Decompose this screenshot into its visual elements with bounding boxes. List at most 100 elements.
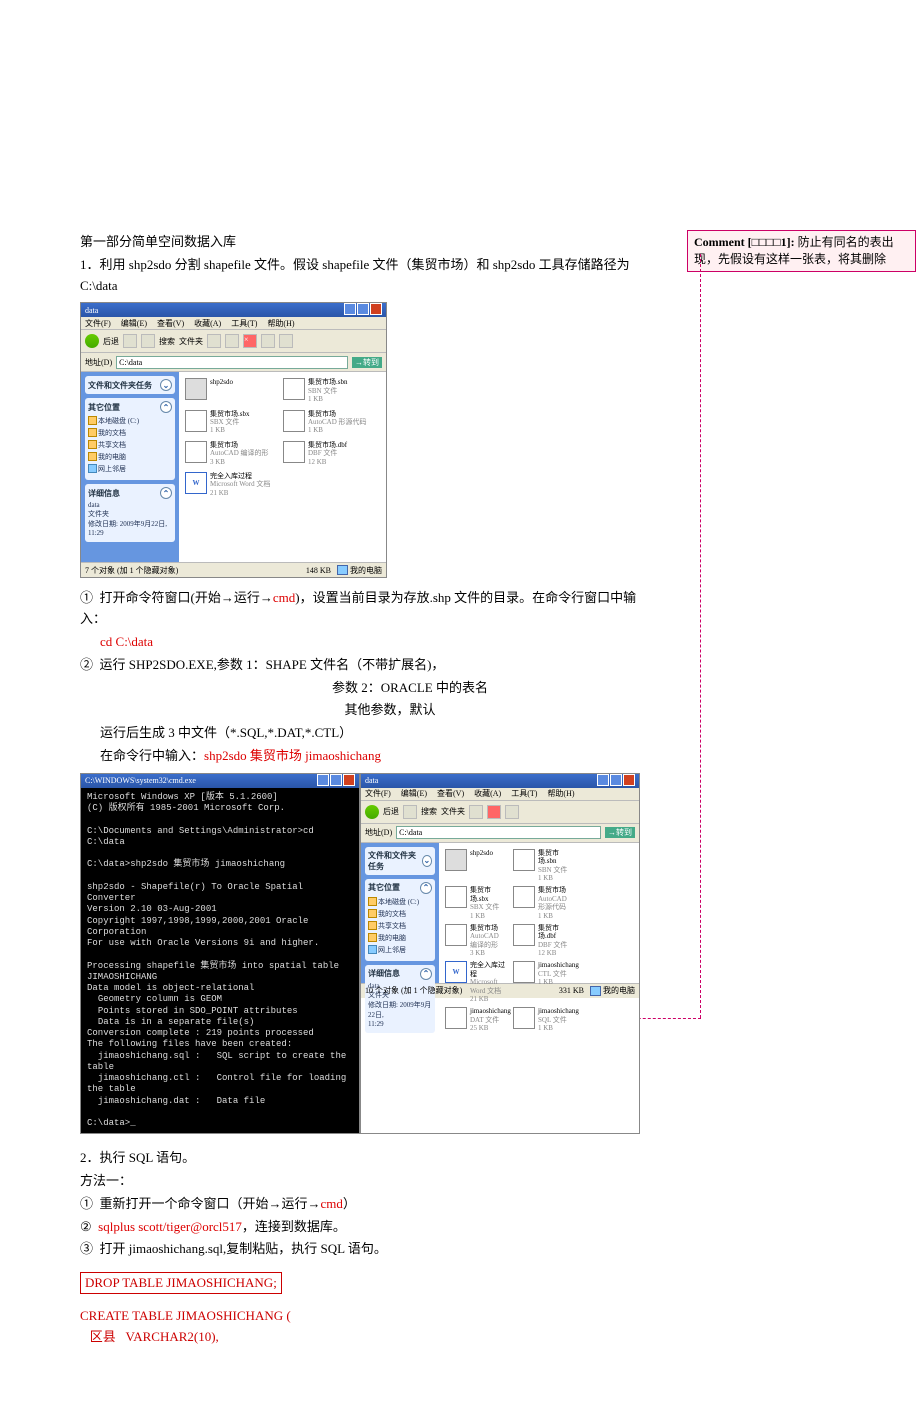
menu-edit[interactable]: 编辑(E) (121, 318, 147, 329)
tool-btn[interactable] (505, 805, 519, 819)
sql-create-block: CREATE TABLE JIMAOSHICHANG ( 区县 VARCHAR2… (80, 1306, 640, 1348)
file-icon (445, 924, 467, 946)
file-item[interactable]: 集贸市场AutoCAD 编译的形 3 KB (185, 441, 271, 466)
chevron-icon[interactable]: ⌄ (422, 855, 432, 867)
search-label[interactable]: 搜索 (421, 806, 437, 817)
file-item[interactable]: 集贸市场AutoCAD 编译的形 3 KB (445, 924, 505, 958)
menu-view[interactable]: 查看(V) (157, 318, 184, 329)
folders-label[interactable]: 文件夹 (441, 806, 465, 817)
address-input[interactable]: C:\data (116, 356, 348, 369)
cmd-text: cmd (273, 590, 295, 605)
tool-delete-icon[interactable] (487, 805, 501, 819)
menu-view[interactable]: 查看(V) (437, 788, 464, 799)
up-button[interactable] (141, 334, 155, 348)
file-item[interactable]: 集贸市场.sbxSBX 文件 1 KB (185, 410, 271, 435)
tool-copy[interactable] (207, 334, 221, 348)
go-button[interactable]: → 转到 (605, 827, 635, 838)
list-marker: ③ (80, 1241, 93, 1256)
tool-delete-icon[interactable]: × (243, 334, 257, 348)
maximize-icon[interactable] (330, 774, 342, 786)
tool-btn[interactable] (469, 805, 483, 819)
go-button[interactable]: → 转到 (352, 357, 382, 368)
search-label[interactable]: 搜索 (159, 336, 175, 347)
chevron-icon[interactable]: ⌃ (420, 882, 432, 894)
step-2: 2．执行 SQL 语句。 (80, 1148, 640, 1169)
file-info: 集贸市场.sbxSBX 文件 1 KB (210, 410, 249, 435)
menu-help[interactable]: 帮助(H) (267, 318, 294, 329)
file-item[interactable]: jimaoshichangSQL 文件 1 KB (513, 1007, 573, 1032)
file-icon (283, 410, 305, 432)
addressbar: 地址(D) C:\data → 转到 (361, 824, 639, 843)
address-input[interactable]: C:\data (396, 826, 601, 839)
file-item[interactable]: shp2sdo (185, 378, 271, 403)
file-item[interactable]: shp2sdo (445, 849, 505, 883)
up-button[interactable] (403, 805, 417, 819)
file-item[interactable]: 集贸市场.sbnSBN 文件 1 KB (513, 849, 573, 883)
step-2-1: ① 重新打开一个命令窗口（开始→运行→cmd） (80, 1194, 640, 1215)
file-info: 完全入库过程Microsoft Word 文档 21 KB (210, 472, 270, 497)
step-1-2: ② 运行 SHP2SDO.EXE,参数 1：SHAPE 文件名（不带扩展名)， (80, 655, 640, 676)
minimize-icon[interactable] (317, 774, 329, 786)
file-item[interactable]: W完全入库过程Microsoft Word 文档 21 KB (445, 961, 505, 1003)
file-icon (445, 849, 467, 871)
sidebar-item-docs[interactable]: 我的文档 (88, 427, 172, 439)
status-size: 148 KB (306, 566, 331, 575)
menu-file[interactable]: 文件(F) (85, 318, 111, 329)
sidebar-item-shared[interactable]: 共享文档 (88, 439, 172, 451)
tool-undo[interactable] (261, 334, 275, 348)
file-item[interactable]: jimaoshichangDAT 文件 25 KB (445, 1007, 505, 1032)
minimize-icon[interactable] (597, 774, 609, 786)
menu-file[interactable]: 文件(F) (365, 788, 391, 799)
sidebar-item[interactable]: 我的电脑 (368, 932, 432, 944)
sidebar-item[interactable]: 我的文档 (368, 908, 432, 920)
file-info: 完全入库过程Microsoft Word 文档 21 KB (470, 961, 505, 1003)
chevron-icon[interactable]: ⌃ (160, 401, 172, 413)
close-icon[interactable] (623, 774, 635, 786)
file-icon (283, 441, 305, 463)
maximize-icon[interactable] (610, 774, 622, 786)
folders-label[interactable]: 文件夹 (179, 336, 203, 347)
menu-tools[interactable]: 工具(T) (231, 318, 257, 329)
menu-tools[interactable]: 工具(T) (511, 788, 537, 799)
menu-fav[interactable]: 收藏(A) (474, 788, 501, 799)
file-area[interactable]: shp2sdo集贸市场.sbnSBN 文件 1 KB集贸市场.sbxSBX 文件… (439, 843, 639, 983)
chevron-icon[interactable]: ⌄ (160, 379, 172, 391)
sidebar-item[interactable]: 共享文档 (368, 920, 432, 932)
sidebar-item[interactable]: 网上邻居 (368, 944, 432, 956)
maximize-icon[interactable] (357, 303, 369, 315)
titlebar: data (81, 303, 386, 317)
minimize-icon[interactable] (344, 303, 356, 315)
forward-button[interactable] (123, 334, 137, 348)
step-2-2: ② sqlplus scott/tiger@orcl517，连接到数据库。 (80, 1217, 640, 1238)
file-item[interactable]: 集贸市场.sbxSBX 文件 1 KB (445, 886, 505, 920)
sidebar-detail-label: 详细信息 (88, 488, 120, 499)
file-item[interactable]: 集贸市场AutoCAD 形源代码 1 KB (283, 410, 369, 435)
sidebar-item[interactable]: 本地磁盘 (C:) (368, 896, 432, 908)
titlebar: data (361, 774, 639, 788)
back-button-icon[interactable] (365, 805, 379, 819)
back-button-icon[interactable] (85, 334, 99, 348)
file-area[interactable]: shp2sdo 集贸市场.sbnSBN 文件 1 KB 集贸市场.sbxSBX 文件… (179, 372, 386, 562)
menu-help[interactable]: 帮助(H) (547, 788, 574, 799)
sidebar-item-disk[interactable]: 本地磁盘 (C:) (88, 415, 172, 427)
address-label: 地址(D) (365, 827, 392, 838)
file-info: 集贸市场AutoCAD 形源代码 1 KB (538, 886, 573, 920)
menu-edit[interactable]: 编辑(E) (401, 788, 427, 799)
sidebar-item-network[interactable]: 网上邻居 (88, 463, 172, 475)
file-item[interactable]: 集贸市场.sbnSBN 文件 1 KB (283, 378, 369, 403)
chevron-icon[interactable]: ⌃ (160, 487, 172, 499)
file-item[interactable]: W完全入库过程Microsoft Word 文档 21 KB (185, 472, 271, 497)
close-icon[interactable] (370, 303, 382, 315)
file-item[interactable]: 集贸市场.dbfDBF 文件 12 KB (513, 924, 573, 958)
close-icon[interactable] (343, 774, 355, 786)
tool-views[interactable] (279, 334, 293, 348)
sidebar-item-computer[interactable]: 我的电脑 (88, 451, 172, 463)
file-item[interactable]: 集贸市场AutoCAD 形源代码 1 KB (513, 886, 573, 920)
menu-fav[interactable]: 收藏(A) (194, 318, 221, 329)
chevron-icon[interactable]: ⌃ (420, 968, 432, 980)
file-item[interactable]: jimaoshichangCTL 文件 1 KB (513, 961, 573, 1003)
file-item[interactable]: 集贸市场.dbfDBF 文件 12 KB (283, 441, 369, 466)
tool-cut[interactable] (225, 334, 239, 348)
toolbar: 后退 搜索 文件夹 × (81, 330, 386, 353)
file-icon (513, 961, 535, 983)
